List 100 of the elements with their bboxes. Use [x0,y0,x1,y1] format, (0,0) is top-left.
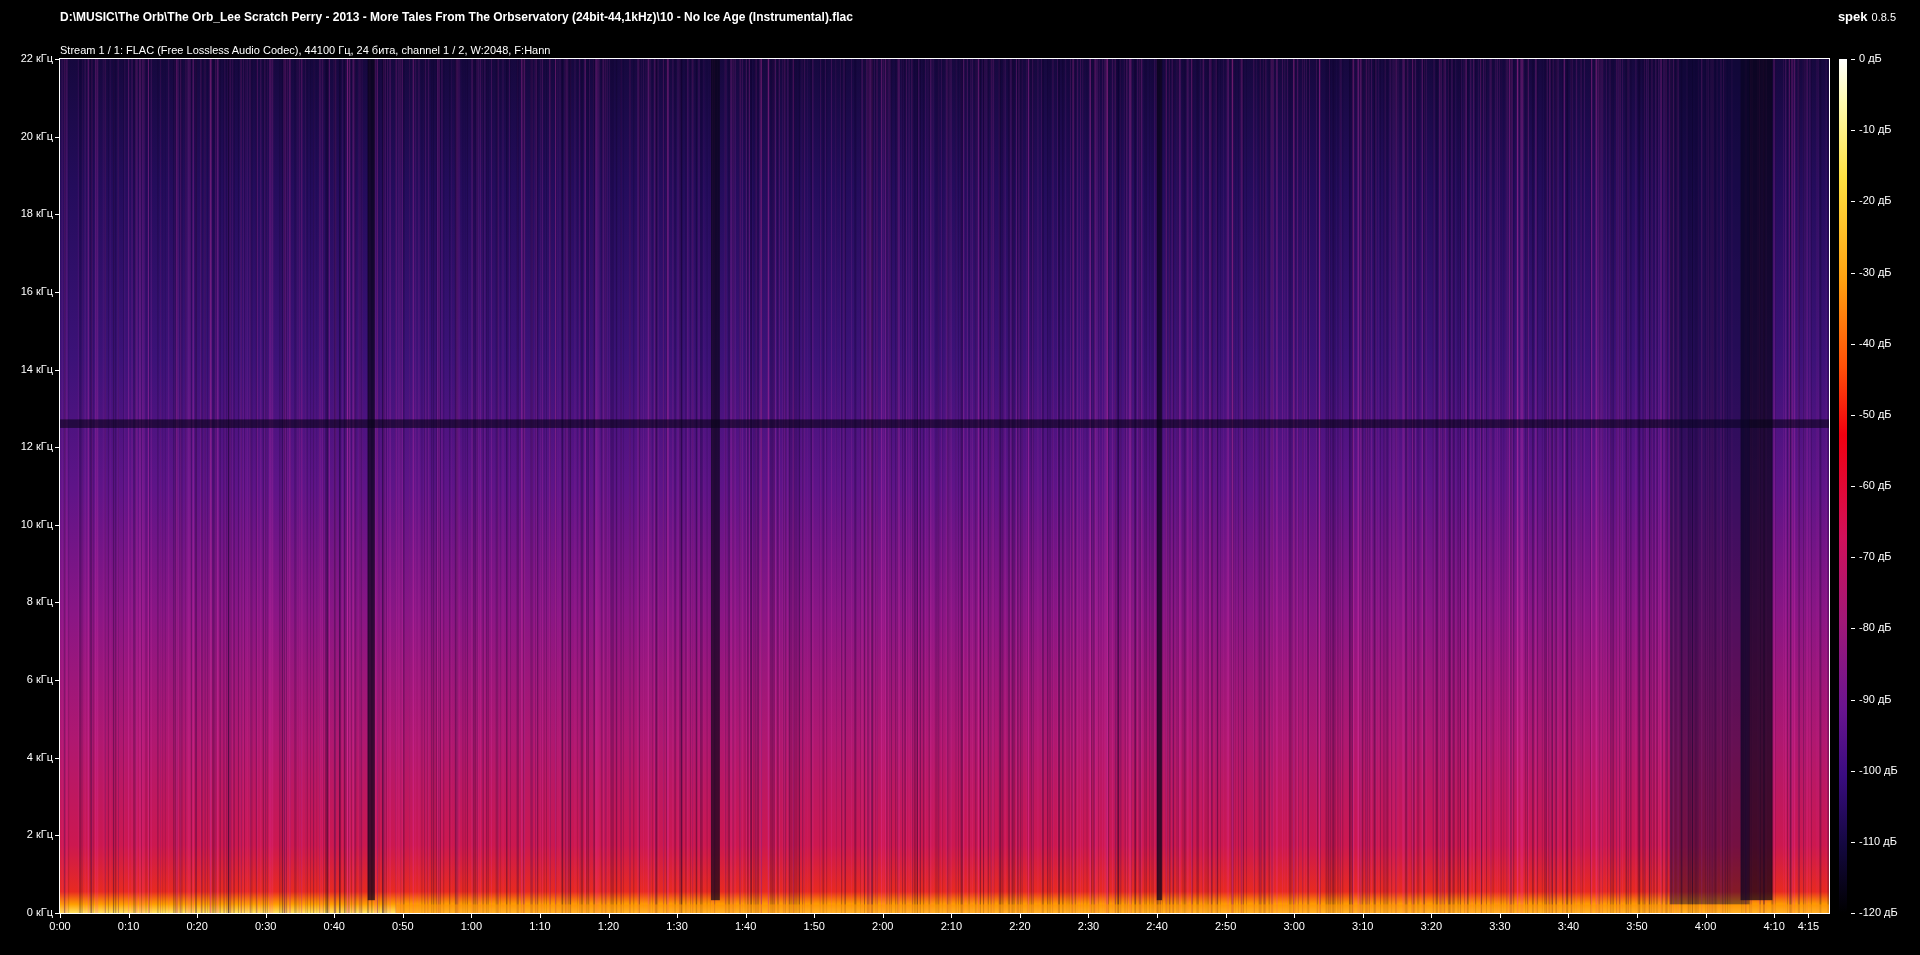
time-label: 0:30 [255,921,277,932]
level-label: -80 дБ [1859,622,1892,634]
time-label: 4:10 [1763,921,1785,932]
tick-mark [1774,914,1776,918]
time-label: 2:30 [1077,921,1100,932]
time-label: 1:40 [734,921,757,932]
frequency-label: 6 кГц [26,674,53,686]
file-path-title: D:\MUSIC\The Orb\The Orb_Lee Scratch Perry - 2013 - More Tales From The Orbservatory (24bit-44,1kHz)\10 - No Ice Age (Instrumental).flac [60,9,853,26]
level-label: -110 дБ [1859,835,1897,847]
tick-mark [1851,841,1855,843]
time-label: 0:00 [49,921,71,932]
time-label: 0:50 [392,921,414,932]
tick-mark [1851,770,1855,772]
frequency-label: 18 кГц [20,208,53,220]
tick-mark [55,524,59,526]
tick-mark [55,602,59,604]
level-label: -100 дБ [1859,764,1898,776]
time-label: 1:10 [529,921,551,932]
frequency-label: 20 кГц [20,130,53,142]
time-label: 1:50 [803,921,825,932]
tick-mark [55,680,59,682]
tick-mark [539,914,541,918]
tick-mark [1851,272,1855,274]
tick-mark [1637,914,1638,918]
frequency-label: 0 кГц [26,907,53,918]
tick-mark [197,914,199,918]
tick-mark [1851,699,1855,701]
tick-mark [1851,486,1855,487]
time-label: 2:20 [1009,921,1031,932]
level-label: -90 дБ [1859,693,1892,705]
time-label: 4:15 [1797,921,1820,932]
level-label: -120 дБ [1859,907,1898,918]
tick-mark [55,757,59,759]
tick-mark [1851,343,1855,345]
frequency-label: 2 кГц [26,829,53,841]
tick-mark [1851,201,1855,203]
tick-mark [402,914,404,918]
tick-mark [882,914,884,918]
tick-mark [471,914,473,918]
time-label: 2:50 [1214,921,1237,932]
stream-info: Stream 1 / 1: FLAC (Free Lossless Audio Codec), 44100 Гц, 24 бита, channel 1 / 2, W:2048, F:Hann [60,43,551,56]
tick-mark [55,369,59,371]
tick-mark [1851,913,1855,914]
tick-mark [128,914,130,918]
time-label: 3:20 [1420,921,1442,932]
level-label: 0 дБ [1859,53,1882,64]
tick-mark [1851,59,1855,60]
frequency-label: 14 кГц [20,363,53,375]
tick-mark [1431,914,1433,918]
tick-mark [677,914,679,918]
tick-mark [814,914,816,918]
tick-mark [265,914,267,918]
tick-mark [55,291,59,293]
tick-mark [1851,414,1855,416]
tick-mark [1851,628,1855,630]
time-label: 4:00 [1694,921,1717,932]
frequency-label: 8 кГц [26,596,53,608]
tick-mark [55,136,59,138]
time-label: 1:30 [666,921,688,932]
tick-mark [334,914,336,918]
frequency-label: 4 кГц [26,751,53,763]
tick-mark [1851,557,1855,559]
tick-mark [608,914,610,918]
time-label: 2:40 [1146,921,1168,932]
tick-mark [1705,914,1707,918]
time-label: 3:10 [1352,921,1374,932]
time-label: 3:30 [1489,921,1511,932]
level-label: -50 дБ [1859,408,1892,420]
tick-mark [55,59,59,60]
time-label: 0:40 [323,921,345,932]
tick-mark [1157,914,1159,918]
tick-mark [1019,914,1021,918]
time-label: 2:00 [872,921,894,932]
tick-mark [55,214,59,216]
level-label: -70 дБ [1859,551,1892,563]
level-label: -40 дБ [1859,337,1892,349]
time-label: 0:20 [186,921,208,932]
tick-mark [1225,914,1227,918]
level-label: -30 дБ [1859,266,1892,278]
frequency-label: 10 кГц [20,518,53,530]
level-label: -20 дБ [1859,195,1892,207]
time-label: 3:40 [1557,921,1580,932]
time-label: 0:10 [117,921,140,932]
time-label: 3:00 [1283,921,1305,932]
tick-mark [1362,914,1364,918]
time-label: 1:00 [460,921,483,932]
app-version: 0.8.5 [1871,10,1896,25]
level-label: -10 дБ [1859,124,1892,136]
tick-mark [1568,914,1570,918]
level-label: -60 дБ [1859,480,1892,491]
time-label: 3:50 [1626,921,1648,932]
tick-mark [951,914,953,918]
frequency-label: 12 кГц [20,441,53,453]
tick-mark [1808,914,1810,918]
time-label: 1:20 [597,921,620,932]
tick-mark [55,447,59,449]
app-name: spek [1837,8,1868,26]
tick-mark [745,914,747,918]
tick-mark [1851,130,1855,132]
frequency-label: 22 кГц [20,53,53,64]
